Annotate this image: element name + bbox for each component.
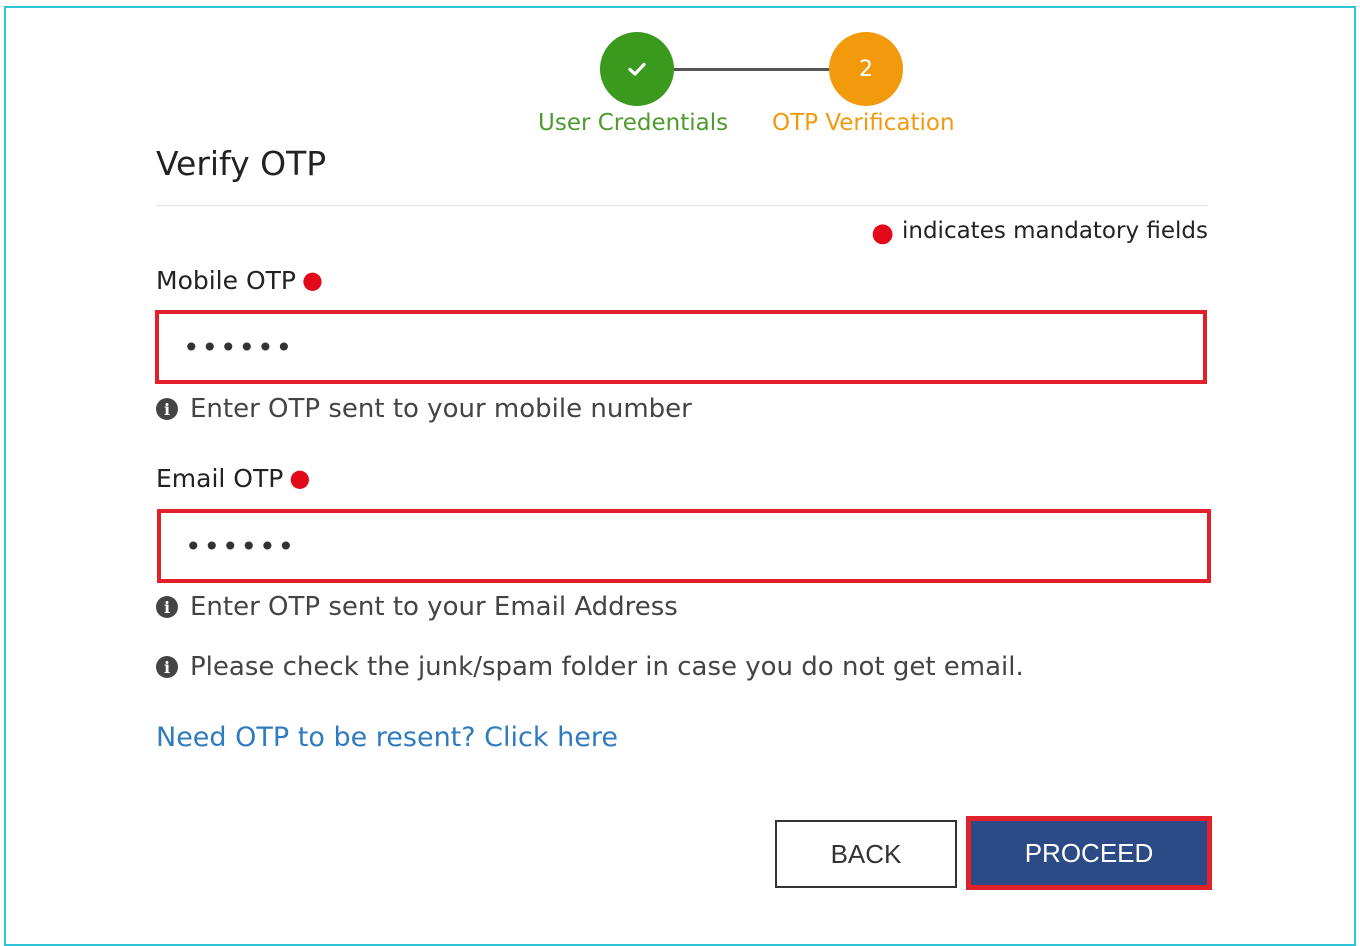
resend-otp-link[interactable]: Need OTP to be resent? Click here — [156, 722, 618, 753]
page-title: Verify OTP — [156, 144, 327, 183]
info-icon: i — [156, 596, 178, 618]
mobile-otp-label-text: Mobile OTP — [156, 266, 296, 295]
mobile-otp-hint-text: Enter OTP sent to your mobile number — [190, 394, 692, 424]
email-otp-hint-text: Enter OTP sent to your Email Address — [190, 592, 678, 622]
info-icon: i — [156, 398, 178, 420]
step-user-credentials — [600, 32, 674, 106]
email-otp-label-text: Email OTP — [156, 464, 284, 493]
mandatory-note: ● indicates mandatory fields — [871, 218, 1208, 248]
back-button[interactable]: BACK — [775, 820, 957, 888]
step-label-otp-verification: OTP Verification — [772, 110, 955, 136]
required-dot-icon: ● — [289, 464, 311, 492]
spam-folder-hint-text: Please check the junk/spam folder in cas… — [190, 652, 1024, 682]
email-otp-input[interactable] — [157, 509, 1211, 583]
email-otp-label: Email OTP ● — [156, 464, 310, 493]
mobile-otp-label: Mobile OTP ● — [156, 266, 323, 295]
info-icon: i — [156, 656, 178, 678]
spam-folder-hint: i Please check the junk/spam folder in ca… — [156, 652, 1024, 682]
title-divider — [156, 205, 1208, 206]
email-otp-hint: i Enter OTP sent to your Email Address — [156, 592, 678, 622]
check-icon — [628, 62, 646, 76]
required-dot-icon: ● — [301, 266, 323, 294]
mobile-otp-input[interactable] — [155, 310, 1207, 384]
mobile-otp-hint: i Enter OTP sent to your mobile number — [156, 394, 692, 424]
required-dot-icon: ● — [871, 218, 894, 248]
progress-stepper: 2 User Credentials OTP Verification — [0, 16, 1360, 136]
proceed-button[interactable]: PROCEED — [966, 816, 1212, 890]
step-otp-verification: 2 — [829, 32, 903, 106]
mandatory-note-text: indicates mandatory fields — [901, 218, 1208, 244]
step-connector — [672, 68, 832, 71]
step-label-user-credentials: User Credentials — [538, 110, 729, 136]
step-number: 2 — [859, 56, 873, 82]
